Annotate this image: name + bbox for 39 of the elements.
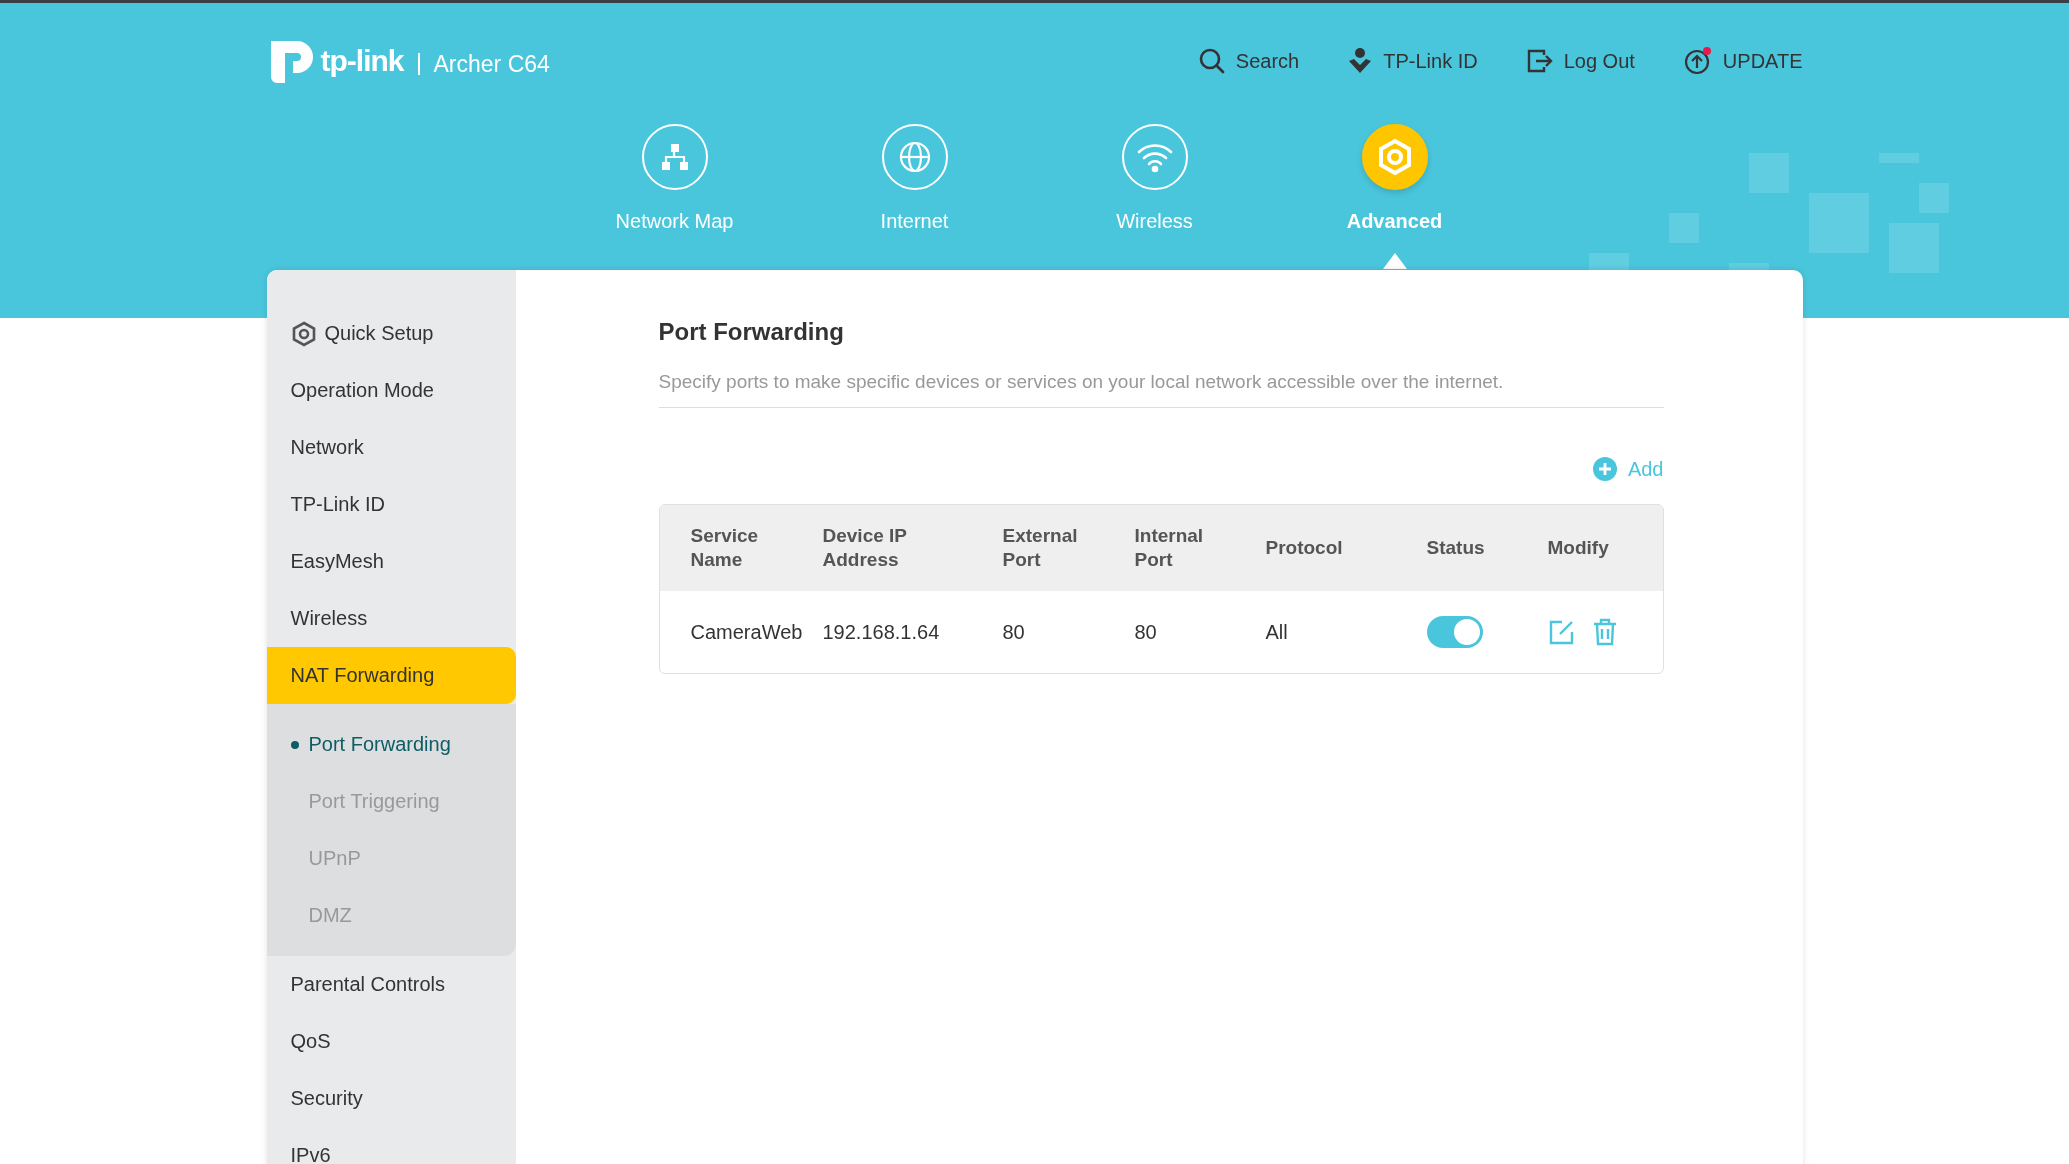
sidebar-item[interactable]: QoS xyxy=(266,1013,516,1070)
sidebar-item[interactable]: EasyMesh xyxy=(266,533,516,590)
status-toggle[interactable] xyxy=(1426,616,1483,648)
column-header: Protocol xyxy=(1265,536,1344,560)
table-cell-text: 192.168.1.64 xyxy=(822,620,941,644)
logout-link[interactable]: Log Out xyxy=(1525,46,1635,76)
search-link[interactable]: Search xyxy=(1197,46,1300,76)
sidebar-item[interactable]: TP-Link ID xyxy=(266,476,516,533)
sidebar-item[interactable]: Wireless xyxy=(266,590,516,647)
page-title: Port Forwarding xyxy=(658,318,845,346)
logout-icon xyxy=(1525,47,1554,75)
id-link[interactable]: TP-Link ID xyxy=(1347,46,1478,76)
submenu-item[interactable]: Port Forwarding xyxy=(266,716,516,773)
column-header: Service Name xyxy=(690,524,760,572)
sidebar-item[interactable]: Security xyxy=(266,1070,516,1127)
model-name: Archer C64 xyxy=(433,50,550,78)
column-header: Modify xyxy=(1547,536,1610,560)
edit-icon[interactable] xyxy=(1547,618,1576,646)
table-cell-text: 80 xyxy=(1002,620,1026,644)
table-cell-text: All xyxy=(1265,620,1289,644)
column-header: Device IP Address xyxy=(822,524,908,572)
sidebar-item[interactable]: Network xyxy=(266,419,516,476)
page-description: Specify ports to make specific devices or services on your local network accessible over the internet. xyxy=(658,371,1664,408)
sidebar-item[interactable]: Operation Mode xyxy=(266,362,516,419)
column-header: Internal Port xyxy=(1134,524,1205,572)
sidebar-item[interactable]: NAT Forwarding xyxy=(266,647,516,704)
delete-icon[interactable] xyxy=(1591,618,1618,646)
search-icon xyxy=(1197,47,1226,75)
sidebar-item[interactable]: Parental Controls xyxy=(266,956,516,1013)
sidebar-item[interactable]: IPv6 xyxy=(266,1127,516,1164)
column-header: Status xyxy=(1426,536,1486,560)
brand-name: tp-link xyxy=(320,44,404,78)
sidebar-item[interactable]: Quick Setup xyxy=(266,305,516,362)
add-icon xyxy=(1591,456,1618,482)
table-cell-text: 80 xyxy=(1134,620,1158,644)
person-icon xyxy=(1347,47,1374,75)
column-header: External Port xyxy=(1002,524,1079,572)
update-link[interactable]: UPDATE xyxy=(1682,46,1803,76)
table-cell-text: CameraWeb xyxy=(690,620,804,644)
